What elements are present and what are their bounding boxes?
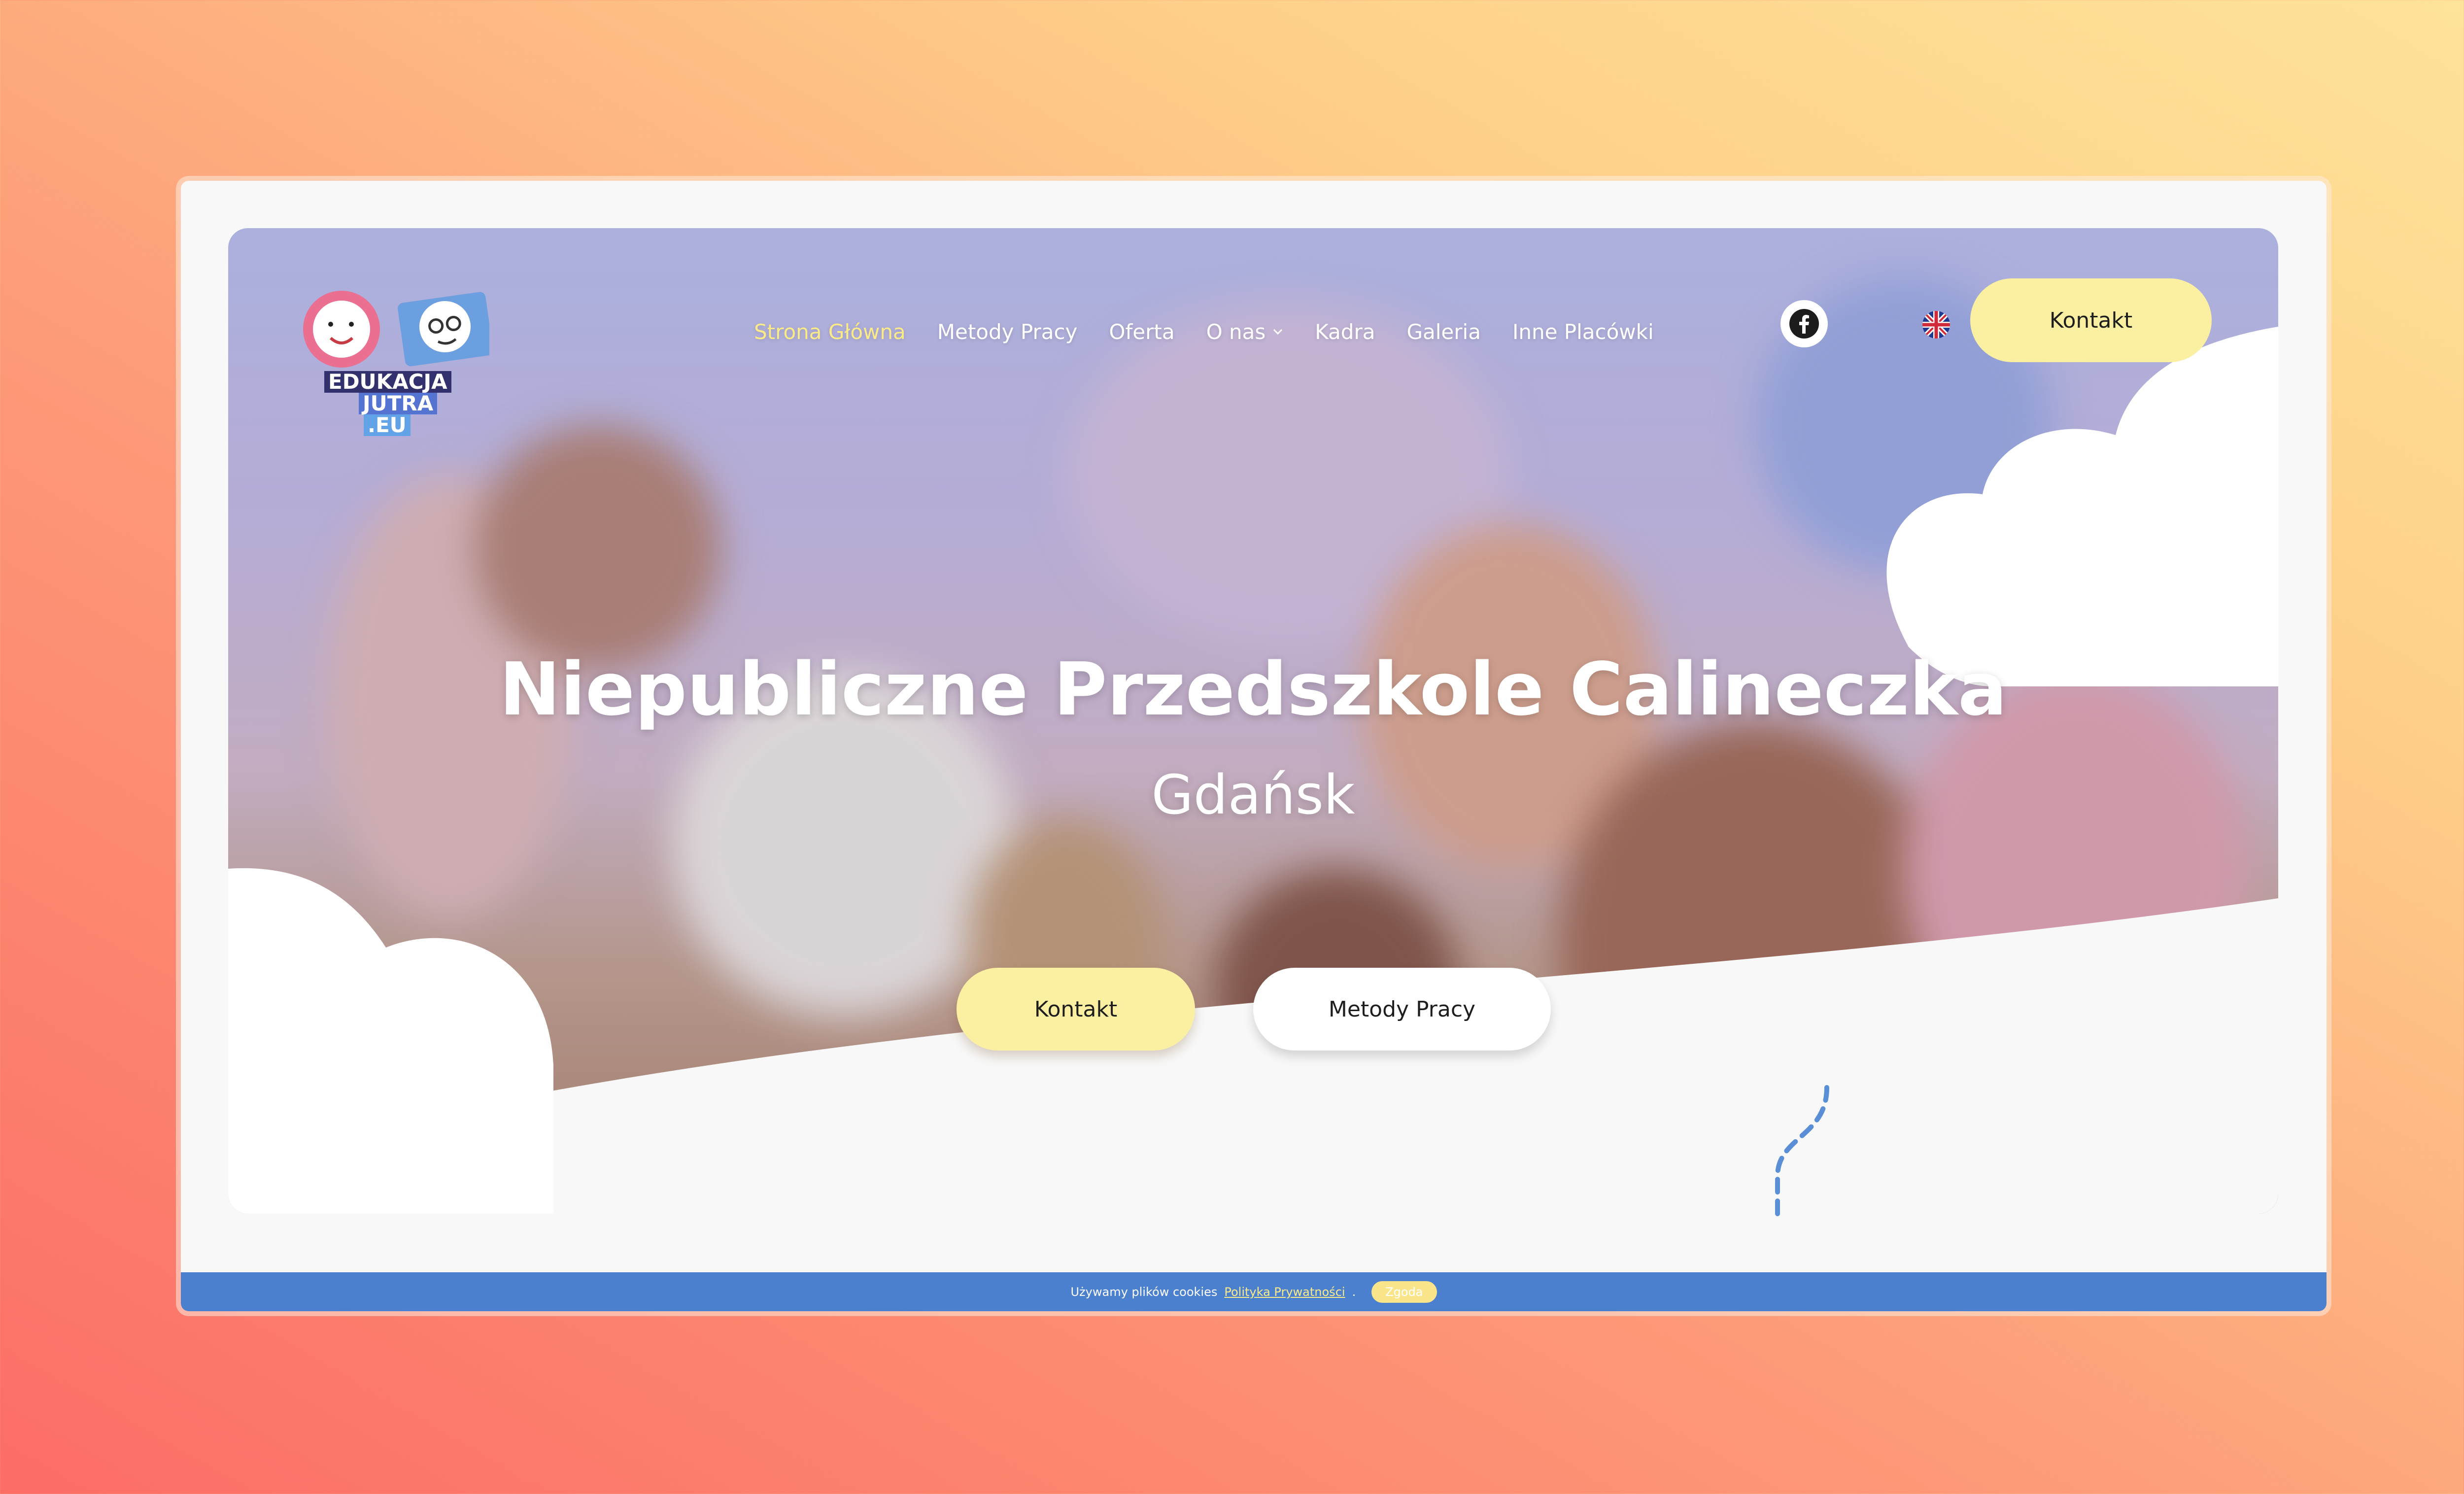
cloud-right (1886, 327, 2278, 686)
cookie-accept-button[interactable]: Zgoda (1371, 1281, 1437, 1303)
cookie-text: Używamy plików cookies (1070, 1285, 1218, 1299)
nav-item-label: Galeria (1406, 319, 1481, 344)
nav-item-home[interactable]: Strona Główna (754, 320, 906, 344)
uk-flag-icon[interactable] (1922, 311, 1950, 339)
nav-item-label: Inne Placówki (1512, 319, 1654, 344)
logo-text-line1: EDUKACJA (324, 371, 451, 393)
nav-item-label: Kadra (1315, 319, 1375, 344)
nav-item-label: Strona Główna (754, 319, 906, 344)
logo-mascots-icon (303, 291, 489, 368)
nav-item-label: Oferta (1109, 319, 1175, 344)
browser-frame: EDUKACJA JUTRA .EU Strona Główna Metody … (181, 181, 2327, 1311)
facebook-glyph-icon (1789, 309, 1819, 339)
hero-section: EDUKACJA JUTRA .EU Strona Główna Metody … (228, 228, 2278, 1214)
hero-subtitle: Gdańsk (1151, 763, 1355, 826)
main-nav: Strona Główna Metody Pracy Oferta O nas … (754, 302, 1654, 361)
hero-contact-button[interactable]: Kontakt (957, 968, 1195, 1051)
nav-item-label: Metody Pracy (937, 319, 1078, 344)
chevron-down-icon (1273, 329, 1283, 335)
logo-text-line2: JUTRA (359, 393, 438, 414)
nav-item-label: O nas (1206, 319, 1266, 344)
cloud-left (228, 868, 553, 1214)
nav-item-staff[interactable]: Kadra (1315, 320, 1375, 344)
nav-item-about[interactable]: O nas (1206, 320, 1284, 344)
nav-item-offer[interactable]: Oferta (1109, 320, 1174, 344)
privacy-policy-link[interactable]: Polityka Prywatności (1224, 1285, 1345, 1299)
nav-item-gallery[interactable]: Galeria (1406, 320, 1480, 344)
header-contact-button[interactable]: Kontakt (1970, 278, 2212, 362)
hero-title: Niepubliczne Przedszkole Calineczka (499, 647, 2007, 732)
nav-item-methods[interactable]: Metody Pracy (937, 320, 1078, 344)
hero-methods-button[interactable]: Metody Pracy (1253, 968, 1551, 1051)
site-logo[interactable]: EDUKACJA JUTRA .EU (297, 282, 489, 445)
nav-item-other-places[interactable]: Inne Placówki (1512, 320, 1654, 344)
dashed-squiggle-icon (1775, 1085, 1829, 1218)
cookie-bar: Używamy plików cookies Polityka Prywatno… (181, 1272, 2327, 1311)
facebook-icon[interactable] (1780, 300, 1828, 347)
logo-text-line3: .EU (364, 414, 411, 436)
cookie-period: . (1352, 1285, 1356, 1299)
flag-glyph-icon (1922, 311, 1950, 339)
